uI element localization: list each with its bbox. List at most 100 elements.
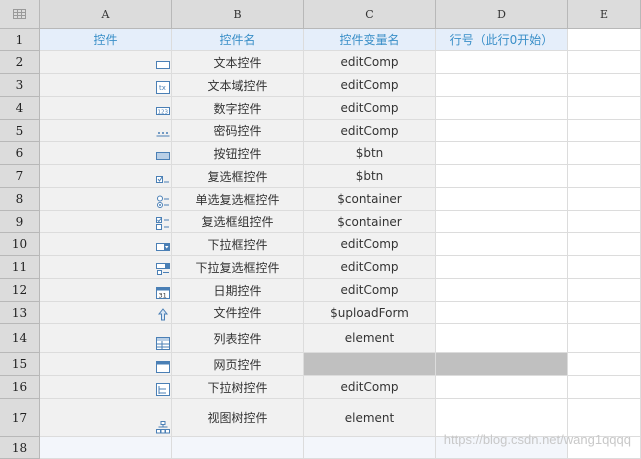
control-name-cell[interactable]: 视图树控件	[172, 399, 304, 437]
control-name-cell[interactable]: 下拉树控件	[172, 376, 304, 399]
row-number-cell[interactable]	[436, 302, 568, 324]
row-number-cell[interactable]	[436, 97, 568, 120]
control-icon-cell[interactable]	[40, 142, 172, 165]
empty-cell[interactable]	[568, 324, 641, 353]
variable-name-cell[interactable]: element	[304, 324, 436, 353]
row-header[interactable]: 15	[0, 353, 40, 376]
variable-name-cell[interactable]: $btn	[304, 142, 436, 165]
empty-cell[interactable]	[40, 437, 172, 459]
control-icon-cell[interactable]	[40, 256, 172, 279]
empty-cell[interactable]	[568, 279, 641, 302]
control-name-cell[interactable]: 数字控件	[172, 97, 304, 120]
empty-cell[interactable]	[568, 188, 641, 211]
control-icon-cell[interactable]	[40, 120, 172, 142]
row-number-cell[interactable]	[436, 165, 568, 188]
variable-name-cell[interactable]: editComp	[304, 279, 436, 302]
column-header-e[interactable]: E	[568, 0, 641, 29]
variable-name-cell[interactable]: editComp	[304, 376, 436, 399]
row-header[interactable]: 4	[0, 97, 40, 120]
empty-cell[interactable]	[568, 142, 641, 165]
empty-cell[interactable]	[568, 51, 641, 74]
row-header[interactable]: 17	[0, 399, 40, 437]
row-header[interactable]: 14	[0, 324, 40, 353]
control-name-cell[interactable]: 下拉复选框控件	[172, 256, 304, 279]
row-header[interactable]: 6	[0, 142, 40, 165]
control-name-cell[interactable]: 文本控件	[172, 51, 304, 74]
row-header[interactable]: 2	[0, 51, 40, 74]
control-name-cell[interactable]: 按钮控件	[172, 142, 304, 165]
row-header[interactable]: 5	[0, 120, 40, 142]
row-number-cell[interactable]	[436, 211, 568, 233]
empty-cell[interactable]	[568, 165, 641, 188]
header-cell-d[interactable]: 行号（此行0开始）	[436, 29, 568, 51]
control-name-cell[interactable]: 复选框组控件	[172, 211, 304, 233]
row-number-cell[interactable]	[436, 256, 568, 279]
control-name-cell[interactable]: 文件控件	[172, 302, 304, 324]
column-header-b[interactable]: B	[172, 0, 304, 29]
control-name-cell[interactable]: 文本域控件	[172, 74, 304, 97]
control-icon-cell[interactable]	[40, 165, 172, 188]
control-icon-cell[interactable]: 123	[40, 97, 172, 120]
row-header[interactable]: 10	[0, 233, 40, 256]
variable-name-cell[interactable]: editComp	[304, 51, 436, 74]
control-icon-cell[interactable]	[40, 211, 172, 233]
row-number-cell[interactable]	[436, 233, 568, 256]
control-icon-cell[interactable]: 31	[40, 279, 172, 302]
empty-cell[interactable]	[172, 437, 304, 459]
empty-cell[interactable]	[568, 74, 641, 97]
control-name-cell[interactable]: 下拉框控件	[172, 233, 304, 256]
control-name-cell[interactable]: 密码控件	[172, 120, 304, 142]
variable-name-cell[interactable]	[304, 353, 436, 376]
variable-name-cell[interactable]: $btn	[304, 165, 436, 188]
empty-cell[interactable]	[568, 120, 641, 142]
variable-name-cell[interactable]: element	[304, 399, 436, 437]
row-header[interactable]: 12	[0, 279, 40, 302]
empty-cell[interactable]	[568, 233, 641, 256]
empty-cell[interactable]	[568, 256, 641, 279]
variable-name-cell[interactable]: $uploadForm	[304, 302, 436, 324]
variable-name-cell[interactable]: $container	[304, 211, 436, 233]
row-number-cell[interactable]	[436, 142, 568, 165]
header-cell-b[interactable]: 控件名	[172, 29, 304, 51]
empty-cell[interactable]	[568, 376, 641, 399]
header-cell-e[interactable]	[568, 29, 641, 51]
row-header[interactable]: 11	[0, 256, 40, 279]
empty-cell[interactable]	[568, 302, 641, 324]
control-name-cell[interactable]: 列表控件	[172, 324, 304, 353]
row-number-cell[interactable]	[436, 51, 568, 74]
row-number-cell[interactable]	[436, 324, 568, 353]
row-header[interactable]: 3	[0, 74, 40, 97]
control-icon-cell[interactable]	[40, 233, 172, 256]
control-icon-cell[interactable]	[40, 188, 172, 211]
row-number-cell[interactable]	[436, 279, 568, 302]
control-icon-cell[interactable]	[40, 324, 172, 353]
control-icon-cell[interactable]	[40, 376, 172, 399]
empty-cell[interactable]	[568, 353, 641, 376]
control-icon-cell[interactable]	[40, 51, 172, 74]
control-name-cell[interactable]: 网页控件	[172, 353, 304, 376]
variable-name-cell[interactable]: editComp	[304, 120, 436, 142]
row-header[interactable]: 1	[0, 29, 40, 51]
empty-cell[interactable]	[568, 97, 641, 120]
row-header[interactable]: 18	[0, 437, 40, 459]
row-header[interactable]: 9	[0, 211, 40, 233]
variable-name-cell[interactable]: editComp	[304, 256, 436, 279]
variable-name-cell[interactable]: editComp	[304, 97, 436, 120]
row-number-cell[interactable]	[436, 120, 568, 142]
row-number-cell[interactable]	[436, 353, 568, 376]
empty-cell[interactable]	[304, 437, 436, 459]
row-header[interactable]: 7	[0, 165, 40, 188]
header-cell-a[interactable]: 控件	[40, 29, 172, 51]
row-number-cell[interactable]	[436, 188, 568, 211]
variable-name-cell[interactable]: $container	[304, 188, 436, 211]
control-icon-cell[interactable]: tx	[40, 74, 172, 97]
column-header-a[interactable]: A	[40, 0, 172, 29]
column-header-d[interactable]: D	[436, 0, 568, 29]
control-name-cell[interactable]: 日期控件	[172, 279, 304, 302]
control-name-cell[interactable]: 单选复选框控件	[172, 188, 304, 211]
header-cell-c[interactable]: 控件变量名	[304, 29, 436, 51]
control-icon-cell[interactable]	[40, 399, 172, 437]
control-name-cell[interactable]: 复选框控件	[172, 165, 304, 188]
row-header[interactable]: 13	[0, 302, 40, 324]
control-icon-cell[interactable]	[40, 302, 172, 324]
